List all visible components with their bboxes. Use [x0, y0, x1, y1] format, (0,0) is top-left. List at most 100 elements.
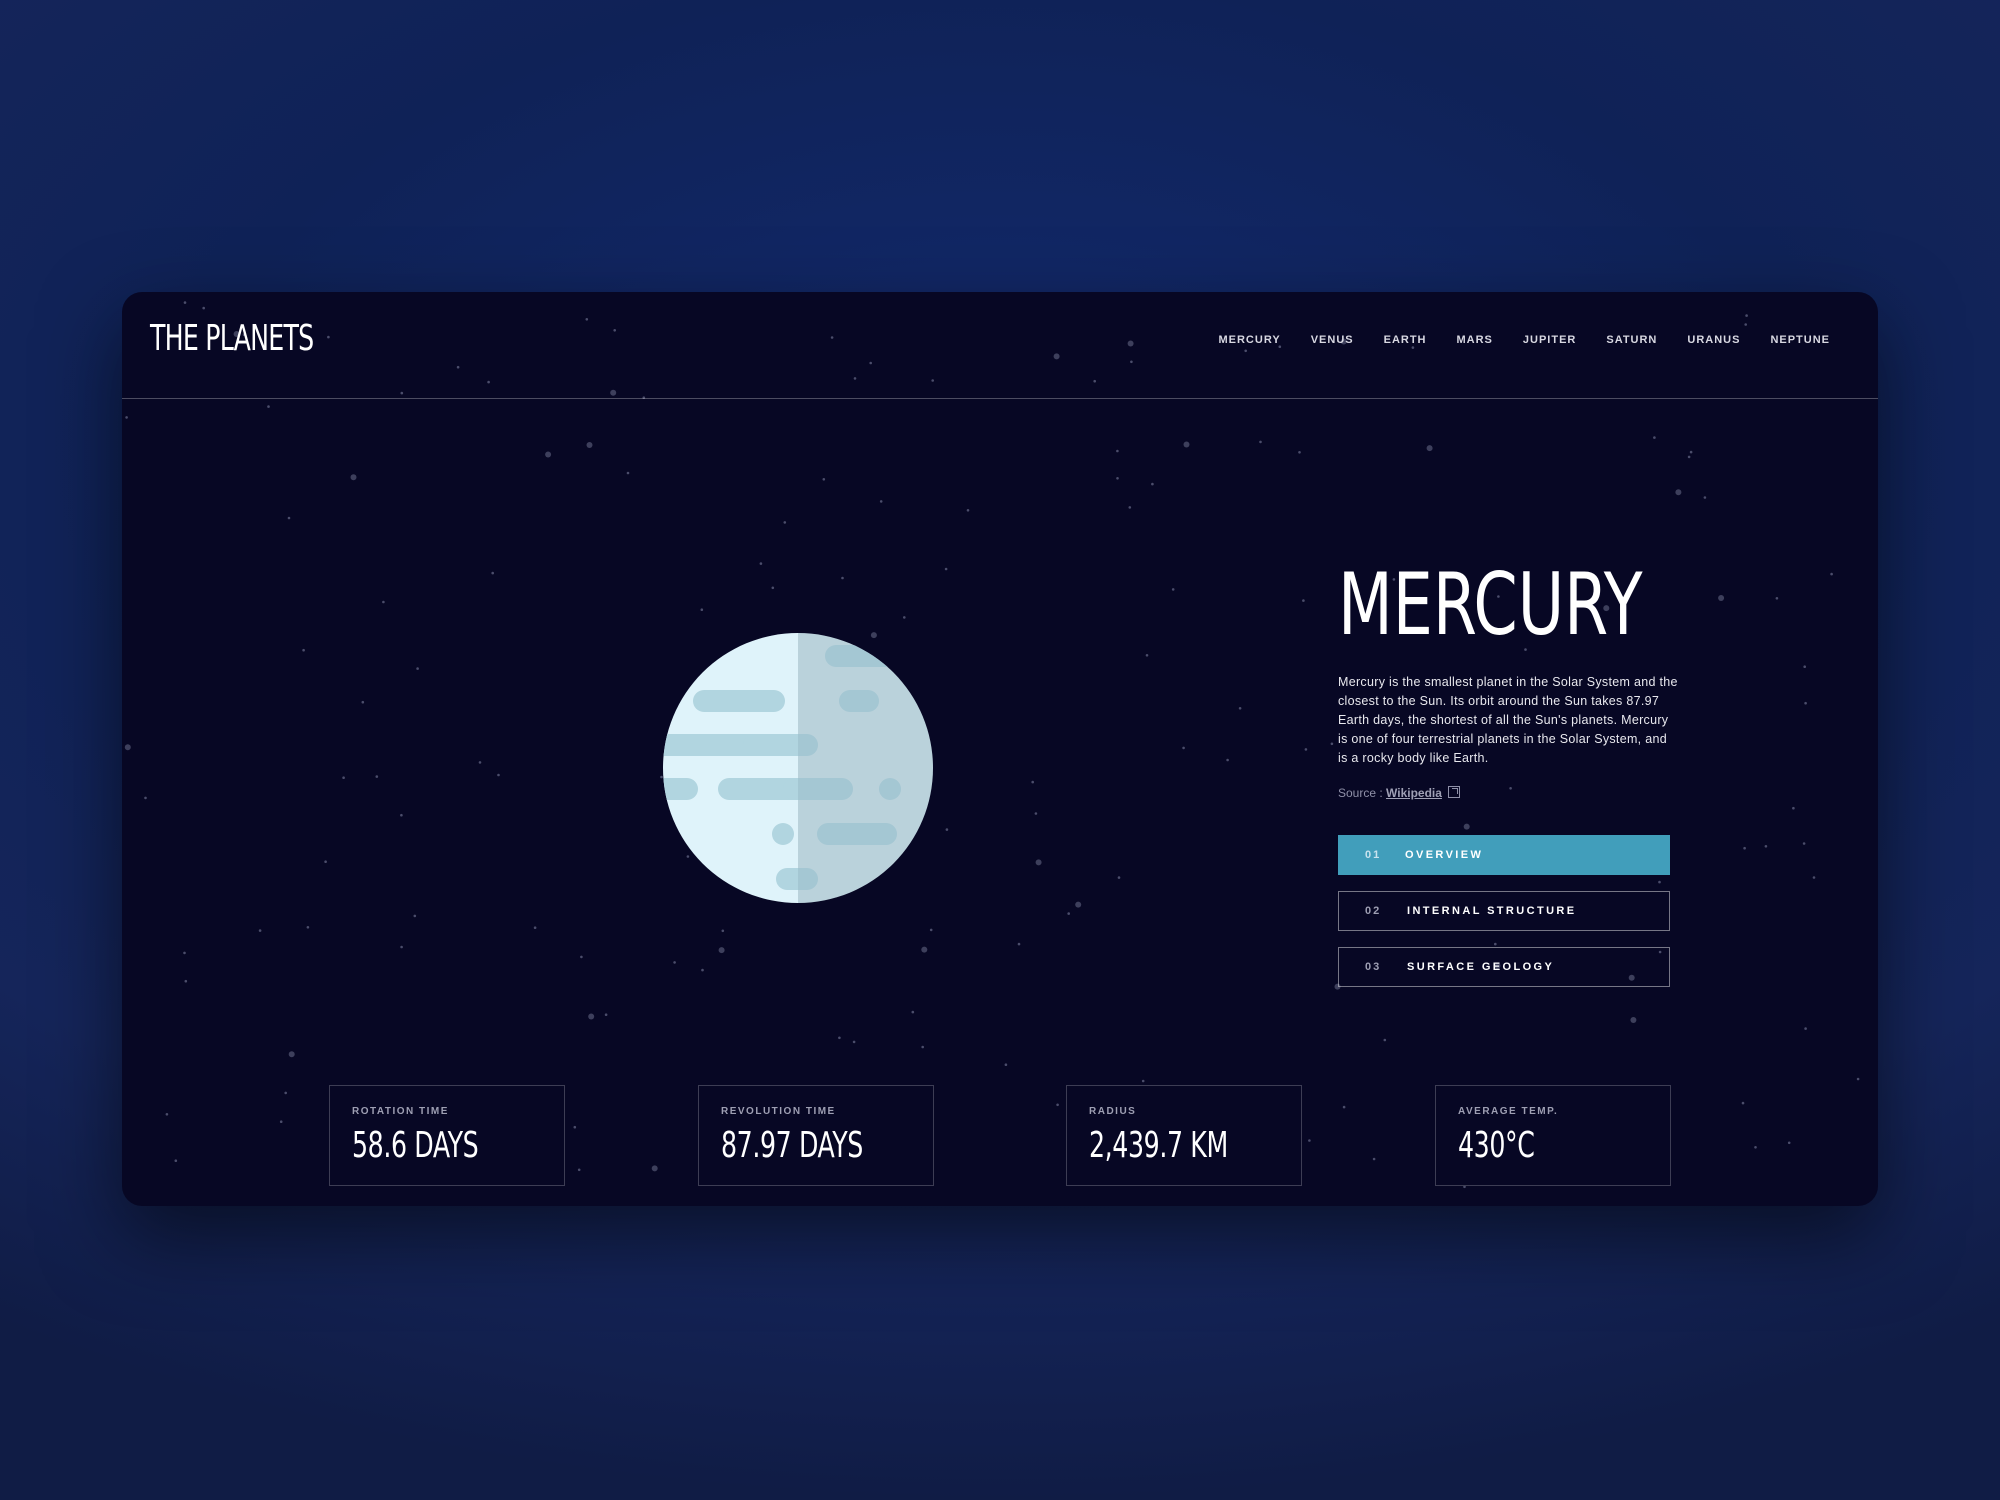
nav-item-neptune[interactable]: NEPTUNE [1770, 334, 1830, 346]
star [1383, 1038, 1387, 1042]
star [125, 416, 128, 419]
stat-label: REVOLUTION TIME [721, 1106, 836, 1117]
tab-internal-structure[interactable]: 02 INTERNAL STRUCTURE [1338, 891, 1670, 931]
tab-label: OVERVIEW [1405, 849, 1484, 861]
star [1372, 1157, 1376, 1161]
star [279, 1120, 283, 1123]
star [1298, 451, 1301, 454]
source-prefix: Source : [1338, 786, 1387, 800]
star [911, 1010, 915, 1014]
star [1004, 1063, 1008, 1066]
star [1075, 901, 1082, 908]
nav-item-uranus[interactable]: URANUS [1687, 334, 1740, 346]
star [1509, 787, 1512, 790]
wikipedia-link[interactable]: Wikipedia [1386, 786, 1442, 800]
star [783, 521, 787, 524]
star [174, 1159, 178, 1162]
nav-item-earth[interactable]: EARTH [1384, 334, 1427, 346]
star [1302, 599, 1305, 602]
planet-name: MERCURY [1338, 555, 1643, 655]
star [144, 796, 147, 800]
star [375, 775, 379, 778]
stat-card-average-temp: AVERAGE TEMP. 430°C [1435, 1085, 1671, 1186]
star [382, 600, 385, 604]
nav-item-mars[interactable]: MARS [1457, 334, 1493, 346]
star [721, 929, 725, 933]
star [1171, 588, 1175, 591]
star [822, 478, 826, 481]
star [184, 979, 188, 983]
star [1463, 823, 1470, 830]
star [841, 576, 844, 580]
tab-number: 03 [1365, 961, 1382, 973]
star [1687, 455, 1691, 459]
nav-item-mercury[interactable]: MERCURY [1218, 334, 1280, 346]
stat-label: RADIUS [1089, 1106, 1137, 1117]
star [284, 1091, 287, 1095]
stat-card-rotation-time: ROTATION TIME 58.6 DAYS [329, 1085, 565, 1186]
star [673, 961, 676, 964]
app-logo[interactable]: THE PLANETS [150, 318, 314, 359]
star [1308, 1139, 1311, 1142]
star [1259, 440, 1262, 444]
star [545, 451, 552, 458]
star [1703, 496, 1707, 499]
star [400, 813, 403, 817]
star [577, 1168, 581, 1172]
star [1754, 1146, 1757, 1149]
tab-overview[interactable]: 01 OVERVIEW [1338, 835, 1670, 875]
star [1034, 812, 1038, 815]
star [945, 828, 949, 831]
star [1067, 912, 1070, 915]
star [1802, 842, 1806, 845]
star [921, 1045, 924, 1049]
stat-label: ROTATION TIME [352, 1106, 449, 1117]
star [400, 945, 403, 949]
star [1117, 876, 1121, 879]
star [718, 947, 725, 954]
stat-value: 430°C [1458, 1125, 1535, 1166]
star [966, 509, 970, 512]
star [1304, 748, 1308, 751]
star [1812, 876, 1816, 879]
mercury-planet-illustration [663, 633, 933, 903]
tab-surface-geology[interactable]: 03 SURFACE GEOLOGY [1338, 947, 1670, 987]
stat-value: 2,439.7 KM [1089, 1125, 1228, 1166]
star [1718, 595, 1725, 601]
star [1803, 665, 1806, 668]
star [165, 1113, 169, 1116]
star [1743, 846, 1746, 850]
star [1653, 436, 1656, 439]
star [944, 567, 948, 571]
external-link-icon[interactable] [1447, 786, 1460, 798]
star [701, 968, 704, 972]
nav-item-venus[interactable]: VENUS [1311, 334, 1354, 346]
star [1183, 441, 1190, 448]
star [1182, 746, 1185, 750]
tab-label: INTERNAL STRUCTURE [1407, 905, 1577, 917]
nav-item-saturn[interactable]: SATURN [1606, 334, 1657, 346]
star [604, 1013, 608, 1016]
star [1741, 1101, 1745, 1105]
stat-label: AVERAGE TEMP. [1458, 1106, 1559, 1117]
star [1426, 445, 1433, 452]
star [416, 667, 419, 670]
star [700, 608, 704, 611]
tab-label: SURFACE GEOLOGY [1407, 961, 1555, 973]
stat-value: 58.6 DAYS [352, 1125, 479, 1166]
star [1787, 1141, 1791, 1145]
star [1031, 780, 1034, 784]
star [1804, 1027, 1807, 1030]
star [1764, 845, 1768, 848]
star [258, 929, 262, 932]
star [533, 926, 537, 929]
star [350, 474, 357, 481]
star [1342, 1105, 1346, 1109]
stat-value: 87.97 DAYS [721, 1125, 863, 1166]
star [1689, 450, 1693, 454]
app-window: THE PLANETS MERCURY VENUS EARTH MARS JUP… [122, 292, 1878, 1206]
star [267, 405, 270, 408]
star [413, 914, 417, 918]
star [324, 860, 327, 863]
nav-item-jupiter[interactable]: JUPITER [1523, 334, 1576, 346]
